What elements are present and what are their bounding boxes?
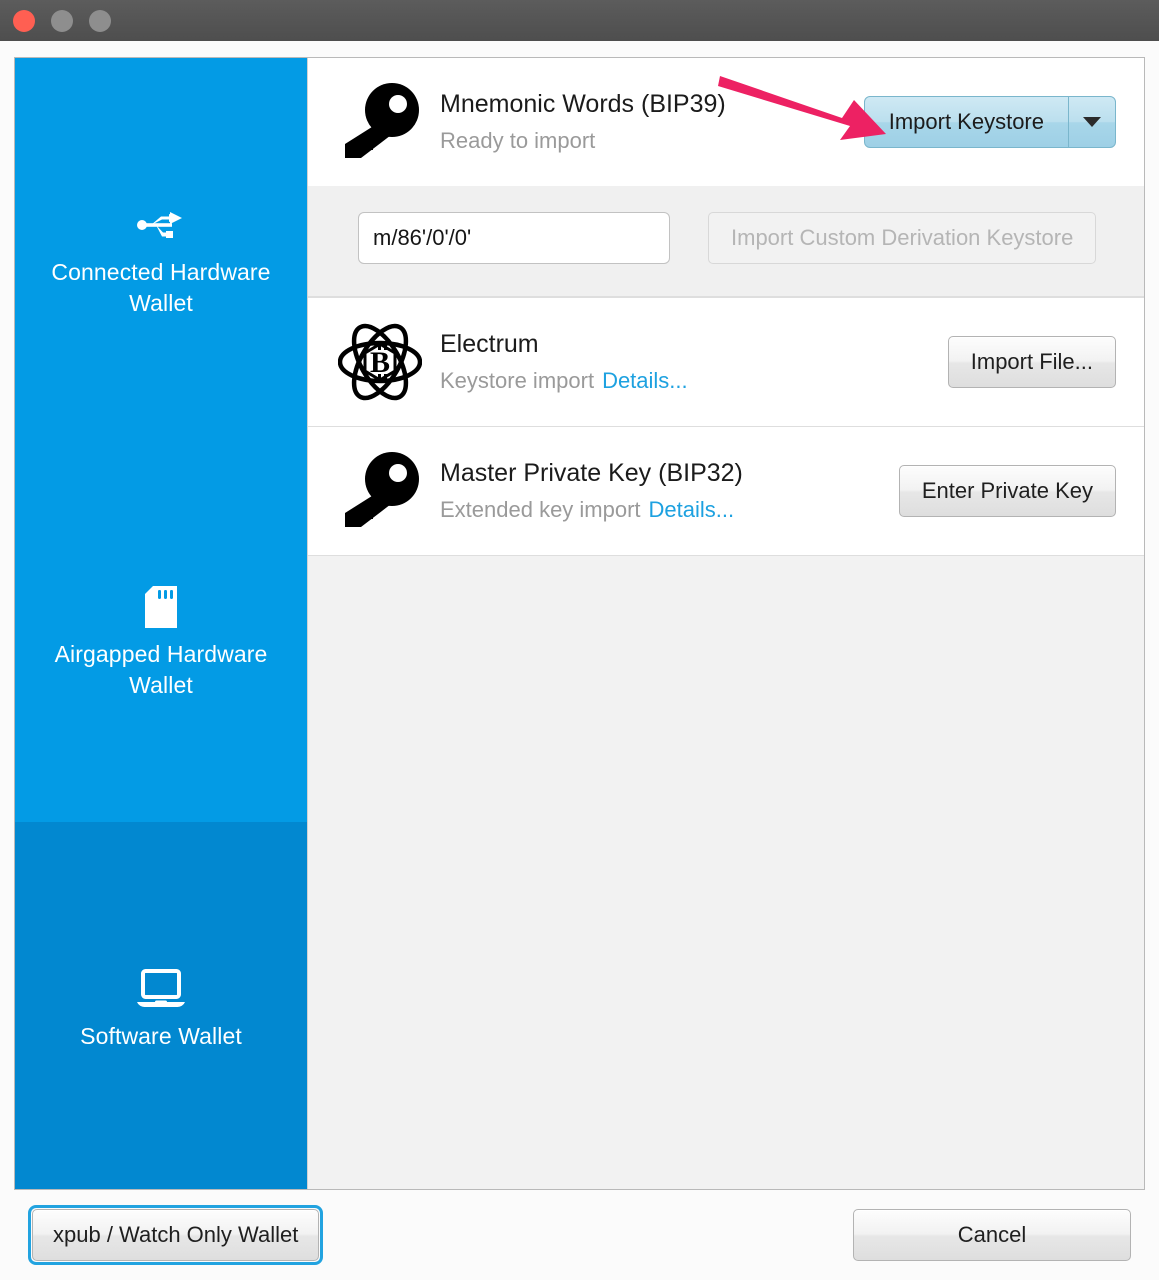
dialog-body: Connected Hardware Wallet Airgapped Hard… [0, 41, 1159, 1280]
section-mnemonic-words: Mnemonic Words (BIP39) Ready to import I… [308, 58, 1144, 298]
import-keystore-split-button[interactable]: Import Keystore [863, 96, 1116, 148]
window-close-button[interactable] [13, 9, 35, 32]
section-subtitle-text: Ready to import [440, 128, 596, 153]
import-keystore-dropdown-toggle[interactable] [1068, 97, 1115, 147]
master-private-key-details-link[interactable]: Details... [649, 497, 735, 522]
import-file-button[interactable]: Import File... [947, 336, 1116, 388]
xpub-button-focus-ring: xpub / Watch Only Wallet [28, 1205, 324, 1265]
content-row: Connected Hardware Wallet Airgapped Hard… [14, 57, 1145, 1190]
usb-icon [137, 203, 185, 247]
sidebar-item-label: Software Wallet [80, 1023, 242, 1049]
electrum-icon: B [334, 316, 426, 408]
section-title: Master Private Key (BIP32) [440, 459, 743, 487]
section-title: Mnemonic Words (BIP39) [440, 90, 726, 118]
wallet-import-window: Connected Hardware Wallet Airgapped Hard… [0, 0, 1159, 1280]
custom-derivation-subpanel: Import Custom Derivation Keystore [308, 186, 1144, 297]
section-subtitle-text: Keystore import [440, 368, 595, 393]
import-keystore-button[interactable]: Import Keystore [865, 97, 1068, 147]
section-title: Electrum [440, 330, 539, 358]
section-row: Master Private Key (BIP32) Extended key … [308, 427, 1144, 555]
title-bar [0, 0, 1159, 41]
section-subtitle: Extended key import Details... [440, 494, 899, 526]
wallet-type-sidebar: Connected Hardware Wallet Airgapped Hard… [15, 58, 307, 1189]
section-action: Import Keystore [863, 96, 1116, 148]
section-subtitle: Ready to import [440, 125, 864, 157]
sidebar-item-connected-hardware-wallet[interactable]: Connected Hardware Wallet [15, 58, 307, 440]
laptop-icon [135, 967, 187, 1011]
key-icon [334, 82, 426, 162]
section-row: Mnemonic Words (BIP39) Ready to import I… [308, 58, 1144, 186]
window-maximize-button[interactable] [89, 9, 111, 32]
section-subtitle-text: Extended key import [440, 497, 641, 522]
xpub-watch-only-wallet-button[interactable]: xpub / Watch Only Wallet [32, 1209, 320, 1261]
import-custom-derivation-keystore-button[interactable]: Import Custom Derivation Keystore [708, 212, 1097, 264]
section-text: Master Private Key (BIP32) Extended key … [426, 456, 899, 526]
chevron-down-icon [1083, 117, 1101, 127]
key-icon [334, 451, 426, 531]
sidebar-item-software-wallet[interactable]: Software Wallet [15, 822, 307, 1189]
dialog-footer: xpub / Watch Only Wallet Cancel [14, 1190, 1145, 1280]
sidebar-item-airgapped-hardware-wallet[interactable]: Airgapped Hardware Wallet [15, 440, 307, 822]
cancel-button[interactable]: Cancel [853, 1209, 1131, 1261]
sidebar-item-label: Connected Hardware Wallet [51, 259, 271, 316]
derivation-path-input[interactable] [358, 212, 670, 264]
window-minimize-button[interactable] [51, 9, 73, 32]
section-master-private-key: Master Private Key (BIP32) Extended key … [308, 427, 1144, 556]
section-action: Import File... [947, 336, 1116, 388]
section-subtitle: Keystore import Details... [440, 365, 948, 397]
section-electrum: B Electrum Keystore import Details... Im… [308, 298, 1144, 427]
section-text: Electrum Keystore import Details... [426, 327, 948, 397]
enter-private-key-button[interactable]: Enter Private Key [898, 465, 1116, 517]
import-options-panel: Mnemonic Words (BIP39) Ready to import I… [307, 58, 1144, 1189]
electrum-details-link[interactable]: Details... [602, 368, 688, 393]
section-text: Mnemonic Words (BIP39) Ready to import [426, 87, 864, 157]
sidebar-item-label: Airgapped Hardware Wallet [54, 641, 268, 698]
section-action: Enter Private Key [898, 465, 1116, 517]
section-row: B Electrum Keystore import Details... Im… [308, 298, 1144, 426]
sdcard-icon [145, 585, 177, 629]
